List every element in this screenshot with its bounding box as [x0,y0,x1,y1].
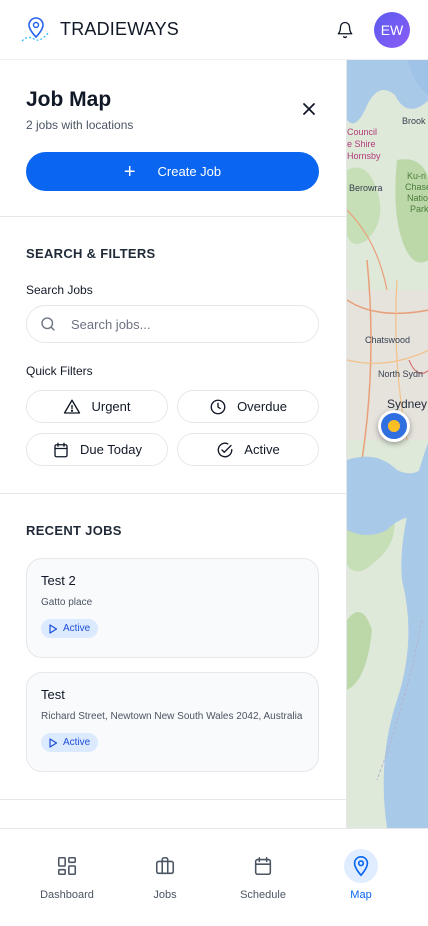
divider [0,216,346,217]
map-label: Natio [407,193,428,203]
clock-icon [210,399,226,414]
briefcase-icon [155,856,175,875]
filter-chip-due-today[interactable]: Due Today [26,433,168,466]
close-button[interactable] [298,98,320,120]
chip-label: Overdue [237,399,287,414]
nav-item-map[interactable]: Map [312,829,410,926]
job-map-panel: Job Map 2 jobs with locations + Create J… [0,60,346,828]
divider [0,799,346,800]
status-badge: Active [41,619,99,638]
search-input[interactable] [71,316,291,332]
recent-jobs-title: RECENT JOBS [26,523,122,538]
page-title: Job Map [26,88,112,111]
chip-label: Due Today [80,442,142,457]
nav-label: Schedule [240,889,286,901]
map-label: North Sydn [378,369,424,379]
close-icon [303,103,315,115]
nav-label: Jobs [153,889,177,901]
filters-title: SEARCH & FILTERS [26,246,156,261]
nav-label: Map [350,889,372,901]
search-label: Search Jobs [26,283,93,297]
quick-filters-label: Quick Filters [26,364,93,378]
divider [0,493,346,494]
dashboard-icon [57,856,77,876]
play-icon [49,623,58,634]
job-address: Richard Street, Newtown New South Wales … [41,711,303,722]
map-label: e Shire [347,139,376,149]
filter-chip-active[interactable]: Active [177,433,319,466]
page-subtitle: 2 jobs with locations [26,118,134,132]
avatar[interactable]: EW [374,11,410,48]
map-label: Ku-ri [407,171,427,181]
job-location-marker[interactable] [378,410,410,442]
job-card[interactable]: Test Richard Street, Newtown New South W… [26,672,319,772]
play-icon [49,737,58,748]
job-address: Gatto place [41,597,93,608]
search-icon [41,317,55,331]
status-label: Active [63,737,91,748]
status-badge: Active [41,733,99,752]
bell-icon[interactable] [336,21,354,39]
status-label: Active [63,623,91,634]
check-circle-icon [217,442,233,457]
job-title: Test [41,687,65,702]
map-label: Park [410,204,428,214]
nav-item-schedule[interactable]: Schedule [214,829,312,926]
search-field[interactable] [26,305,319,343]
marker-dot [388,420,400,432]
map-label: Chatswood [365,335,411,345]
job-title: Test 2 [41,573,76,588]
map-label: Sydney [387,397,428,411]
warning-triangle-icon [64,399,81,414]
brand-logo[interactable]: TRADIEWAYS [18,15,179,45]
chip-label: Active [244,442,280,457]
filter-chip-urgent[interactable]: Urgent [26,390,168,423]
app-header: TRADIEWAYS EW [0,0,428,60]
map-pin-icon [353,856,369,877]
job-card[interactable]: Test 2 Gatto place Active [26,558,319,658]
create-job-button[interactable]: + Create Job [26,152,319,191]
calendar-icon [54,442,68,457]
map-pin-route-icon [21,16,49,41]
nav-label: Dashboard [40,889,94,901]
nav-item-dashboard[interactable]: Dashboard [18,829,116,926]
job-map[interactable]: Brook Council e Shire Hornsby Berowra Ku… [346,60,428,828]
plus-icon: + [123,160,136,183]
bottom-nav: Dashboard Jobs Schedule Map [0,828,428,926]
chip-label: Urgent [91,399,131,414]
map-label: Chase [405,182,428,192]
map-label: Hornsby [347,151,381,161]
brand-name: TRADIEWAYS [60,19,180,39]
filter-chip-overdue[interactable]: Overdue [177,390,319,423]
map-label: Brook [402,116,426,126]
map-label: Council [347,127,378,137]
create-job-label: Create Job [157,164,222,179]
calendar-icon [254,856,272,876]
map-label: Berowra [349,183,383,193]
nav-item-jobs[interactable]: Jobs [116,829,214,926]
